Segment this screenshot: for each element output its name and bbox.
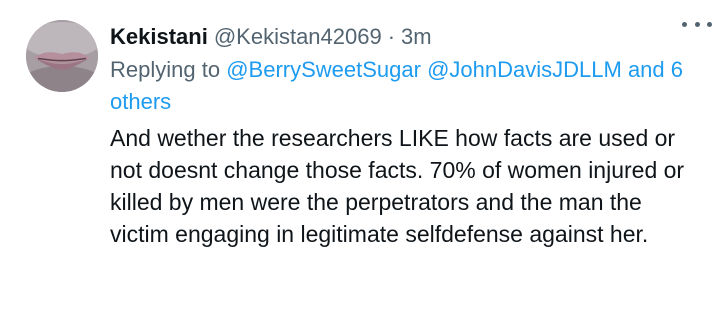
separator-dot: ·: [387, 24, 396, 49]
tweet-content: Kekistani @Kekistan42069 · 3m Replying t…: [110, 22, 700, 250]
more-dot-icon: [707, 21, 712, 27]
avatar[interactable]: [26, 20, 98, 92]
user-handle[interactable]: @Kekistan42069: [214, 22, 382, 52]
tweet-text: And wether the researchers LIKE how fact…: [110, 125, 685, 247]
mention-link[interactable]: @BerrySweetSugar: [226, 57, 421, 82]
replying-to: Replying to @BerrySweetSugar @JohnDavisJ…: [110, 54, 700, 118]
tweet-card[interactable]: Kekistani @Kekistan42069 · 3m Replying t…: [0, 0, 720, 316]
timestamp[interactable]: 3m: [401, 22, 432, 52]
avatar-image: [26, 20, 98, 92]
display-name[interactable]: Kekistani: [110, 22, 208, 52]
mention-link[interactable]: @JohnDavisJDLLM: [427, 57, 622, 82]
tweet-header: Kekistani @Kekistan42069 · 3m: [110, 22, 700, 52]
replying-prefix: Replying to: [110, 57, 221, 82]
